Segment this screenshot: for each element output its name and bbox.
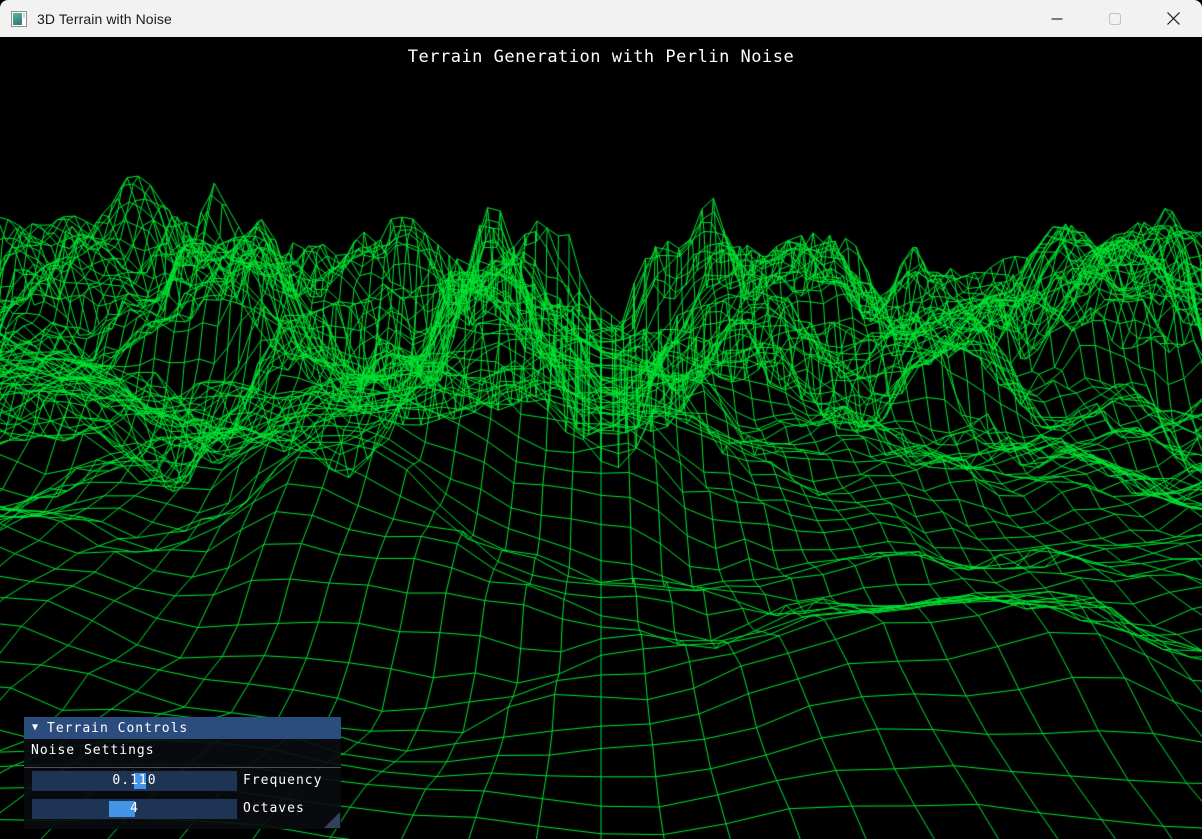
- minimize-icon: [1051, 13, 1063, 25]
- render-viewport: Terrain Generation with Perlin Noise ▼ T…: [0, 37, 1202, 839]
- maximize-icon: [1109, 13, 1121, 25]
- frequency-value: 0.110: [32, 771, 237, 791]
- close-button[interactable]: [1144, 0, 1202, 37]
- window-controls: [1028, 0, 1202, 37]
- window-title: 3D Terrain with Noise: [37, 11, 172, 27]
- app-icon-picture: [13, 13, 22, 25]
- app-icon: [11, 11, 27, 27]
- terrain-controls-panel: ▼ Terrain Controls Noise Settings 0.110 …: [24, 717, 341, 829]
- app-icon-strip: [23, 13, 25, 18]
- window-titlebar[interactable]: 3D Terrain with Noise: [0, 0, 1202, 37]
- resize-grip-icon[interactable]: [324, 812, 340, 828]
- octaves-value: 4: [32, 799, 237, 819]
- panel-title: Terrain Controls: [47, 721, 188, 736]
- frequency-label: Frequency: [243, 771, 338, 791]
- minimize-button[interactable]: [1028, 0, 1086, 37]
- scene-title: Terrain Generation with Perlin Noise: [0, 47, 1202, 67]
- panel-header[interactable]: ▼ Terrain Controls: [24, 717, 341, 739]
- noise-settings-label: Noise Settings: [31, 743, 155, 758]
- separator: [24, 767, 341, 768]
- collapse-arrow-icon[interactable]: ▼: [32, 717, 38, 739]
- maximize-button[interactable]: [1086, 0, 1144, 37]
- frequency-slider[interactable]: 0.110: [32, 771, 237, 791]
- octaves-slider[interactable]: 4: [32, 799, 237, 819]
- close-icon: [1167, 12, 1180, 25]
